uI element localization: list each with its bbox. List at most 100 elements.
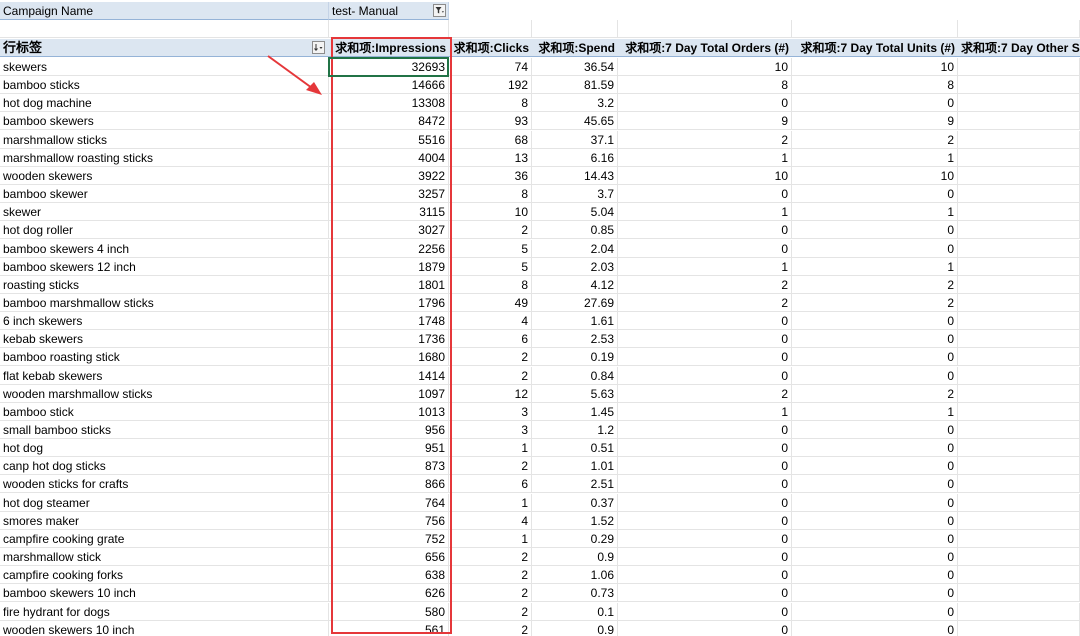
cell-total-orders[interactable]: 0 <box>618 439 792 458</box>
column-header-impressions[interactable]: 求和项:Impressions <box>329 39 449 57</box>
cell-spend[interactable]: 2.04 <box>532 239 618 258</box>
cell-other-sales[interactable] <box>958 130 1080 149</box>
cell-impressions[interactable]: 866 <box>329 475 449 494</box>
cell-spend[interactable]: 0.1 <box>532 602 618 621</box>
cell-total-units[interactable]: 2 <box>792 275 958 294</box>
cell-spend[interactable]: 0.85 <box>532 221 618 240</box>
cell-total-units[interactable]: 0 <box>792 439 958 458</box>
cell-impressions[interactable]: 561 <box>329 620 449 636</box>
column-header-other-sales[interactable]: 求和项:7 Day Other S <box>958 39 1080 57</box>
cell-total-units[interactable]: 0 <box>792 548 958 567</box>
cell-total-units[interactable]: 0 <box>792 221 958 240</box>
cell-clicks[interactable]: 5 <box>449 257 532 276</box>
cell-total-orders[interactable]: 0 <box>618 366 792 385</box>
cell-total-units[interactable]: 0 <box>792 620 958 636</box>
cell-row-label[interactable]: wooden sticks for crafts <box>0 475 329 494</box>
column-header-clicks[interactable]: 求和项:Clicks <box>449 39 532 57</box>
cell-other-sales[interactable] <box>958 221 1080 240</box>
cell-total-units[interactable]: 1 <box>792 203 958 222</box>
cell-total-units[interactable]: 0 <box>792 475 958 494</box>
cell-other-sales[interactable] <box>958 203 1080 222</box>
cell-total-units[interactable]: 0 <box>792 511 958 530</box>
cell-clicks[interactable]: 74 <box>449 58 532 76</box>
cell-other-sales[interactable] <box>958 366 1080 385</box>
cell-other-sales[interactable] <box>958 566 1080 585</box>
cell-clicks[interactable]: 68 <box>449 130 532 149</box>
cell-row-label[interactable]: marshmallow sticks <box>0 130 329 149</box>
cell-other-sales[interactable] <box>958 457 1080 476</box>
cell-total-orders[interactable]: 10 <box>618 166 792 185</box>
cell-spend[interactable]: 36.54 <box>532 58 618 76</box>
cell-impressions[interactable]: 956 <box>329 421 449 439</box>
cell-row-label[interactable]: bamboo skewers 4 inch <box>0 239 329 258</box>
cell-total-orders[interactable]: 0 <box>618 566 792 585</box>
cell-total-units[interactable]: 0 <box>792 185 958 204</box>
cell-spend[interactable]: 0.73 <box>532 584 618 603</box>
sort-dropdown-icon[interactable] <box>312 41 325 54</box>
filter-icon[interactable] <box>433 4 446 17</box>
cell-other-sales[interactable] <box>958 76 1080 95</box>
cell-total-orders[interactable]: 0 <box>618 239 792 258</box>
cell-other-sales[interactable] <box>958 620 1080 636</box>
cell-total-units[interactable]: 2 <box>792 293 958 312</box>
cell-total-orders[interactable]: 0 <box>618 185 792 204</box>
cell-other-sales[interactable] <box>958 275 1080 294</box>
cell-total-units[interactable]: 0 <box>792 330 958 349</box>
cell-spend[interactable]: 0.9 <box>532 620 618 636</box>
cell-total-orders[interactable]: 0 <box>618 94 792 113</box>
cell-total-orders[interactable]: 2 <box>618 130 792 149</box>
cell-total-orders[interactable]: 0 <box>618 221 792 240</box>
cell-impressions[interactable]: 8472 <box>329 112 449 131</box>
cell-impressions[interactable]: 580 <box>329 602 449 621</box>
cell-total-orders[interactable]: 2 <box>618 275 792 294</box>
cell-total-orders[interactable]: 1 <box>618 257 792 276</box>
cell-spend[interactable]: 5.63 <box>532 384 618 403</box>
cell-row-label[interactable]: kebab skewers <box>0 330 329 349</box>
cell-clicks[interactable]: 2 <box>449 620 532 636</box>
cell-spend[interactable]: 0.9 <box>532 548 618 567</box>
cell-row-label[interactable]: fire hydrant for dogs <box>0 602 329 621</box>
cell-impressions[interactable]: 752 <box>329 529 449 548</box>
cell-total-orders[interactable]: 0 <box>618 620 792 636</box>
cell-total-units[interactable]: 9 <box>792 112 958 131</box>
cell-impressions[interactable]: 764 <box>329 493 449 512</box>
cell-spend[interactable]: 1.01 <box>532 457 618 476</box>
cell-row-label[interactable]: bamboo stick <box>0 402 329 421</box>
cell-other-sales[interactable] <box>958 257 1080 276</box>
cell-total-units[interactable]: 1 <box>792 402 958 421</box>
cell-clicks[interactable]: 1 <box>449 493 532 512</box>
cell-row-label[interactable]: small bamboo sticks <box>0 421 329 439</box>
cell-spend[interactable]: 1.52 <box>532 511 618 530</box>
cell-impressions[interactable]: 14666 <box>329 76 449 95</box>
cell-total-orders[interactable]: 0 <box>618 312 792 331</box>
cell-total-units[interactable]: 0 <box>792 94 958 113</box>
cell-row-label[interactable]: marshmallow roasting sticks <box>0 148 329 167</box>
cell-other-sales[interactable] <box>958 312 1080 331</box>
cell-total-units[interactable]: 0 <box>792 457 958 476</box>
cell-clicks[interactable]: 1 <box>449 529 532 548</box>
cell-impressions[interactable]: 1736 <box>329 330 449 349</box>
cell-row-label[interactable]: skewer <box>0 203 329 222</box>
cell-clicks[interactable]: 8 <box>449 94 532 113</box>
cell-spend[interactable]: 81.59 <box>532 76 618 95</box>
cell-other-sales[interactable] <box>958 330 1080 349</box>
cell-impressions[interactable]: 1680 <box>329 348 449 367</box>
cell-clicks[interactable]: 1 <box>449 439 532 458</box>
cell-total-orders[interactable]: 0 <box>618 421 792 439</box>
cell-clicks[interactable]: 3 <box>449 421 532 439</box>
cell-row-label[interactable]: roasting sticks <box>0 275 329 294</box>
cell-impressions[interactable]: 3922 <box>329 166 449 185</box>
cell-clicks[interactable]: 10 <box>449 203 532 222</box>
cell-other-sales[interactable] <box>958 384 1080 403</box>
cell-spend[interactable]: 1.61 <box>532 312 618 331</box>
cell-total-units[interactable]: 0 <box>792 602 958 621</box>
cell-clicks[interactable]: 13 <box>449 148 532 167</box>
cell-impressions[interactable]: 3115 <box>329 203 449 222</box>
cell-total-orders[interactable]: 0 <box>618 511 792 530</box>
cell-total-units[interactable]: 2 <box>792 384 958 403</box>
cell-total-orders[interactable]: 0 <box>618 584 792 603</box>
cell-total-units[interactable]: 2 <box>792 130 958 149</box>
cell-spend[interactable]: 4.12 <box>532 275 618 294</box>
cell-impressions[interactable]: 638 <box>329 566 449 585</box>
cell-other-sales[interactable] <box>958 293 1080 312</box>
